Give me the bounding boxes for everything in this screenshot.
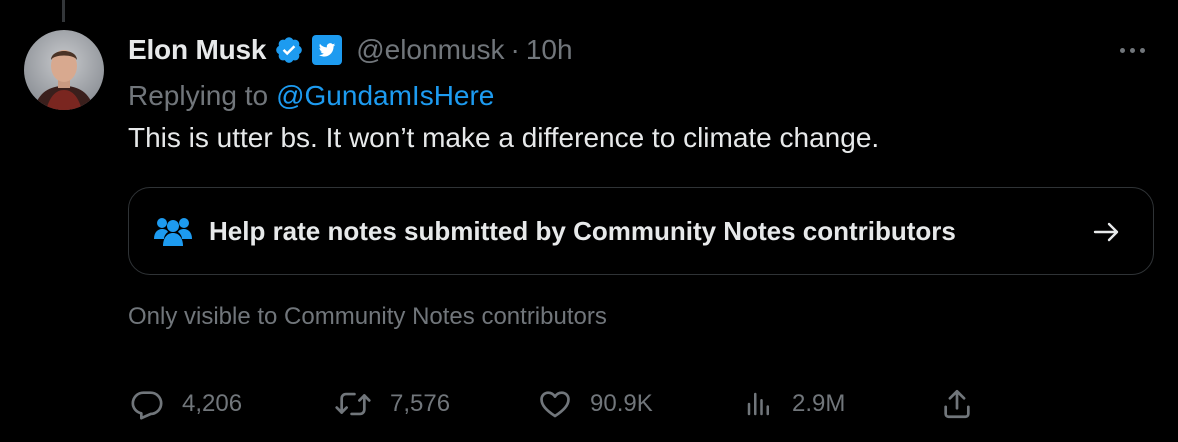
bar-chart-icon	[744, 387, 774, 421]
author-handle[interactable]: @elonmusk	[356, 34, 504, 66]
retweet-count: 7,576	[390, 390, 451, 417]
arrow-right-icon	[1091, 216, 1123, 248]
like-action[interactable]: 90.9K	[538, 386, 653, 422]
tweet-actions: 4,206 7,576 90.9K 2.9M	[128, 386, 1028, 422]
replying-prefix: Replying to	[128, 80, 269, 111]
tweet-header: Elon Musk @elonmusk · 10h	[128, 30, 1156, 70]
tweet-content: Elon Musk @elonmusk · 10h Replying to @Gu…	[128, 30, 1156, 420]
heart-icon	[538, 387, 572, 421]
timestamp[interactable]: 10h	[526, 34, 573, 66]
people-icon	[153, 214, 193, 248]
views-count: 2.9M	[792, 390, 846, 417]
more-dots-icon[interactable]	[1112, 36, 1152, 64]
retweet-action[interactable]: 7,576	[334, 386, 450, 422]
replying-to-mention[interactable]: @GundamIsHere	[276, 80, 494, 111]
avatar[interactable]	[24, 30, 104, 110]
retweet-icon	[334, 387, 372, 421]
share-action[interactable]	[940, 386, 974, 422]
avatar-image	[24, 30, 104, 110]
separator-dot: ·	[510, 34, 520, 65]
verified-badge-icon	[274, 35, 304, 65]
visibility-note: Only visible to Community Notes contribu…	[128, 303, 607, 330]
twitter-bird-badge-icon[interactable]	[312, 35, 343, 65]
reply-bubble-icon	[130, 387, 164, 421]
views-action[interactable]: 2.9M	[744, 386, 845, 422]
share-icon	[940, 387, 974, 421]
replying-to: Replying to @GundamIsHere	[128, 80, 1156, 112]
reply-count: 4,206	[182, 390, 243, 417]
author-name[interactable]: Elon Musk	[128, 34, 266, 66]
like-count: 90.9K	[590, 390, 653, 417]
community-notes-label: Help rate notes submitted by Community N…	[209, 215, 956, 246]
tweet-text: This is utter bs. It won’t make a differ…	[128, 122, 880, 153]
community-notes-card[interactable]: Help rate notes submitted by Community N…	[128, 187, 1154, 275]
thread-connector-line	[62, 0, 65, 22]
reply-action[interactable]: 4,206	[130, 386, 242, 422]
